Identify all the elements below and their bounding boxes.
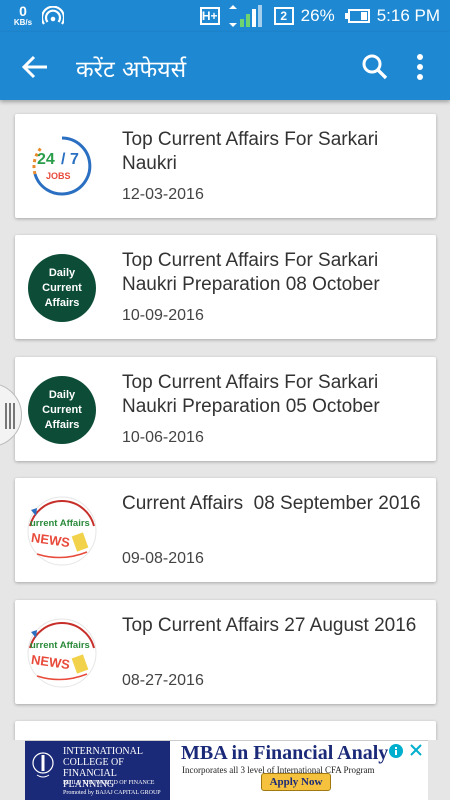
list-item[interactable]: urrent Affairs NEWS Current Affairs 08 S… <box>15 478 436 582</box>
status-bar: 0 KB/s H+ 2 26% 5:16 PM <box>0 0 450 32</box>
item-date: 08-27-2016 <box>122 672 204 689</box>
list-item[interactable]: Daily Current Affairs Top Current Affair… <box>15 357 436 461</box>
thumb-daily-l2: Current <box>42 282 82 294</box>
current-affairs-news-thumbnail: urrent Affairs NEWS <box>27 618 97 688</box>
battery-icon <box>344 9 370 23</box>
ad-close-icon[interactable] <box>408 742 424 758</box>
daily-current-affairs-thumbnail: Daily Current Affairs <box>28 376 96 444</box>
ad-banner[interactable]: INTERNATIONAL COLLEGE OF FINANCIAL PLANN… <box>25 740 428 800</box>
sim-badge: 2 <box>273 7 294 25</box>
thumb-daily-l3: Affairs <box>45 419 80 431</box>
thumb-daily-l2: Current <box>42 404 82 416</box>
thumb-ca-l1: urrent Affairs <box>30 518 90 529</box>
ad-info-icon[interactable] <box>388 743 404 759</box>
thumb-daily-l1: Daily <box>49 389 76 401</box>
daily-current-affairs-thumbnail: Daily Current Affairs <box>28 254 96 322</box>
college-emblem-icon <box>32 752 54 778</box>
list-item[interactable]: Daily Current Affairs Top Current Affair… <box>15 235 436 339</box>
list-item[interactable]: urrent Affairs NEWS Top Current Affairs … <box>15 600 436 704</box>
network-speed-unit: KB/s <box>13 18 33 27</box>
item-date: 10-09-2016 <box>122 307 204 324</box>
ad-logo: INTERNATIONAL COLLEGE OF FINANCIAL PLANN… <box>25 741 170 800</box>
network-speed-indicator: 0 KB/s <box>10 4 36 27</box>
item-title: Top Current Affairs For Sarkari Naukri P… <box>122 250 380 295</box>
item-date: 09-08-2016 <box>122 550 204 567</box>
search-icon[interactable] <box>360 52 390 82</box>
jobs-24-7-thumbnail: 24 / 7 JOBS <box>32 136 92 196</box>
item-date: 12-03-2016 <box>122 186 204 203</box>
thumb-jobs-n2: 7 <box>70 151 79 168</box>
app-bar: करेंट अफेयर्स <box>0 32 450 100</box>
network-type-badge: H+ <box>199 7 220 25</box>
network-speed-value: 0 <box>19 3 27 19</box>
clock: 5:16 PM <box>376 6 440 25</box>
item-title: Top Current Affairs 27 August 2016 <box>122 615 417 636</box>
more-vert-icon[interactable] <box>406 52 434 82</box>
item-title: Top Current Affairs For Sarkari Naukri <box>122 129 379 174</box>
list-item-partial[interactable] <box>15 721 436 740</box>
thumb-ca-l1: urrent Affairs <box>30 640 90 651</box>
ad-logo-line2: BUILD THE WORLD OF FINANCE <box>63 780 155 786</box>
thumb-daily-l3: Affairs <box>45 297 80 309</box>
arrow-back-icon[interactable] <box>18 50 52 84</box>
thumb-daily-l1: Daily <box>49 267 76 279</box>
item-date: 10-06-2016 <box>122 429 204 446</box>
ad-apply-button[interactable]: Apply Now <box>261 773 331 791</box>
page-title: करेंट अफेयर्स <box>76 57 187 83</box>
article-list: 24 / 7 JOBS Top Current Affairs For Sark… <box>0 100 450 740</box>
item-title: Current Affairs 08 September 2016 <box>122 493 421 514</box>
ad-headline: MBA in Financial Analy <box>181 742 389 764</box>
svg-text:/: / <box>61 151 66 168</box>
signal-icon <box>228 5 262 27</box>
current-affairs-news-thumbnail: urrent Affairs NEWS <box>27 496 97 566</box>
list-item[interactable]: 24 / 7 JOBS Top Current Affairs For Sark… <box>15 114 436 218</box>
ad-logo-line3: Promoted by BAJAJ CAPITAL GROUP <box>63 790 161 796</box>
battery-percent: 26% <box>300 6 335 25</box>
grip-icon <box>5 403 15 429</box>
item-title: Top Current Affairs For Sarkari Naukri P… <box>122 372 380 417</box>
thumb-jobs-word: JOBS <box>46 171 71 181</box>
thumb-jobs-n1: 24 <box>37 151 55 168</box>
hotspot-icon <box>42 6 64 25</box>
